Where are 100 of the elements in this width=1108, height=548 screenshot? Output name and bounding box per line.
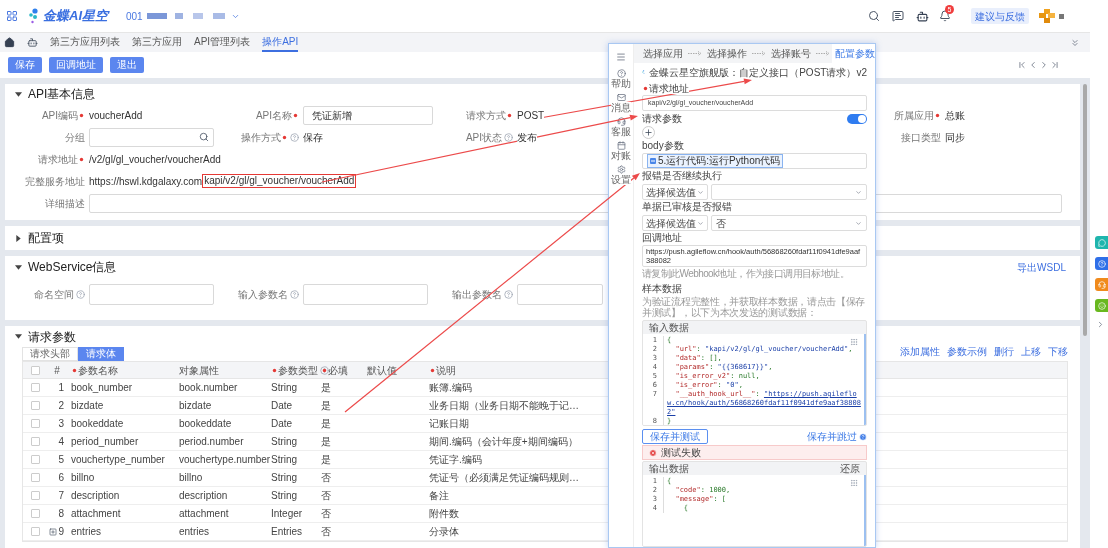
help-icon[interactable] (504, 289, 513, 299)
select-all-checkbox[interactable] (30, 365, 40, 375)
chat-bubble-icon[interactable] (1095, 236, 1108, 249)
step-tab[interactable]: 配置参数 (832, 44, 875, 63)
nav-tab[interactable]: API管理列表 (194, 33, 251, 52)
collapse-caret-icon[interactable] (15, 333, 22, 340)
search-icon[interactable] (199, 132, 209, 142)
robot-icon[interactable] (27, 37, 38, 48)
field-label: 详细描述 (45, 196, 85, 211)
save-and-test-button[interactable]: 保存并测试 (642, 429, 708, 444)
menu-icon[interactable] (616, 52, 626, 62)
previous-record-icon[interactable] (1028, 60, 1038, 70)
row-checkbox[interactable] (30, 473, 40, 482)
table-action-link[interactable]: 下移 (1048, 344, 1068, 359)
table-cell-text: Date (271, 399, 293, 413)
mode-select[interactable]: 选择候选值 (642, 215, 708, 231)
section-title[interactable]: API基本信息 (28, 85, 96, 103)
section-title[interactable]: WebService信息 (28, 258, 117, 276)
section-title[interactable]: 请求参数 (28, 327, 76, 346)
first-record-icon[interactable] (1017, 60, 1027, 70)
row-checkbox[interactable] (30, 509, 40, 518)
toolbar-button[interactable]: 退出 (110, 57, 144, 73)
field-label: 请求方式 (466, 108, 506, 123)
user-status-icon (1059, 13, 1064, 19)
resize-grip-icon[interactable] (850, 338, 858, 346)
row-checkbox[interactable] (30, 383, 40, 392)
feedback-button[interactable]: 建议与反馈 (971, 8, 1029, 24)
row-checkbox[interactable] (30, 419, 40, 428)
headset-icon[interactable] (1095, 278, 1108, 291)
section-title[interactable]: 配置项 (28, 229, 64, 247)
table-cell-text: Entries (271, 525, 303, 539)
app-grid-icon[interactable] (6, 10, 18, 22)
account-text[interactable]: 001 (126, 8, 143, 24)
table-action-link[interactable]: 上移 (1021, 344, 1041, 359)
input-field[interactable] (89, 283, 214, 305)
collapse-caret-icon[interactable] (15, 263, 22, 271)
table-action-link[interactable]: 添加属性 (900, 344, 940, 359)
plus-icon (644, 128, 653, 137)
nav-tab[interactable]: 第三方应用 (132, 33, 182, 52)
toolbar-button[interactable]: 回调地址 (49, 57, 103, 73)
last-record-icon[interactable] (1050, 60, 1060, 70)
table-cell-text: 业务日期（业务日期不能晚于记… (429, 399, 579, 413)
add-param-button[interactable] (642, 126, 655, 139)
bell-icon[interactable] (939, 10, 951, 22)
resize-grip-icon[interactable] (850, 479, 858, 487)
mode-select[interactable]: 选择候选值 (642, 184, 708, 200)
collapse-caret-icon[interactable] (15, 90, 22, 98)
next-record-icon[interactable] (1039, 60, 1049, 70)
search-icon[interactable] (868, 10, 880, 22)
table-cell-text: bizdate (179, 399, 212, 413)
scrollbar-thumb[interactable] (1083, 84, 1087, 336)
row-checkbox[interactable] (30, 401, 40, 410)
table-action-link[interactable]: 删行 (994, 344, 1014, 359)
panel-title: 金蝶云星空旗舰版：自定义接口（POST请求）v2 (649, 65, 867, 80)
chat-icon[interactable] (892, 10, 904, 22)
row-checkbox[interactable] (30, 455, 40, 464)
expand-icon[interactable] (1096, 320, 1105, 329)
robot-icon[interactable] (916, 9, 929, 23)
expand-row-icon[interactable] (49, 527, 58, 536)
table-cell-text: 5 (58, 453, 64, 467)
step-arrow-icon (688, 51, 702, 56)
input-field[interactable] (517, 283, 603, 305)
smile-icon[interactable] (1095, 299, 1108, 312)
save-and-skip-link[interactable]: 保存并跳过 (807, 429, 857, 444)
step-tab[interactable]: 选择账号 (768, 44, 814, 63)
home-icon[interactable] (4, 37, 15, 48)
restore-link[interactable]: 还原 (840, 462, 860, 475)
step-tab[interactable]: 选择应用 (640, 44, 686, 63)
body-input[interactable]: 5.运行代码:运行Python代码 (642, 153, 867, 169)
variable-chip[interactable]: 5.运行代码:运行Python代码 (647, 154, 784, 168)
collapse-icon[interactable] (1070, 37, 1080, 48)
nav-tab[interactable]: 操作API (262, 33, 299, 52)
avatar-icon[interactable] (1039, 9, 1055, 23)
search-field[interactable] (89, 127, 214, 147)
field-label: 所属应用 (894, 108, 934, 123)
row-checkbox[interactable] (30, 491, 40, 500)
help-icon[interactable] (290, 132, 299, 142)
table-action-link[interactable]: 参数示例 (947, 344, 987, 359)
value-select[interactable] (711, 184, 867, 200)
help-icon[interactable] (290, 289, 299, 299)
table-cell-text: String (271, 471, 298, 485)
request-tab[interactable]: 请求头部 (22, 347, 78, 361)
request-tab[interactable]: 请求体 (78, 347, 124, 361)
help-icon[interactable] (76, 289, 85, 299)
input-field[interactable]: 凭证新增 (303, 105, 433, 125)
nav-tab[interactable]: 第三方应用列表 (50, 33, 120, 52)
help-icon[interactable] (504, 132, 513, 142)
value-select[interactable]: 否 (711, 215, 867, 231)
list-icon (650, 158, 656, 164)
row-checkbox[interactable] (30, 437, 40, 446)
toggle-switch[interactable] (847, 113, 867, 124)
input-field[interactable] (303, 283, 428, 305)
toolbar-button[interactable]: 保存 (8, 57, 42, 73)
step-tab[interactable]: 选择操作 (704, 44, 750, 63)
expand-caret-icon[interactable] (15, 234, 22, 242)
export-wsdl-link[interactable]: 导出WSDL (1017, 259, 1066, 275)
help-icon[interactable] (1095, 257, 1108, 270)
row-checkbox[interactable] (30, 527, 40, 536)
url-text: https://hswl.kdgalaxy.com (89, 174, 203, 189)
field-label: 操作方式 (241, 130, 281, 145)
